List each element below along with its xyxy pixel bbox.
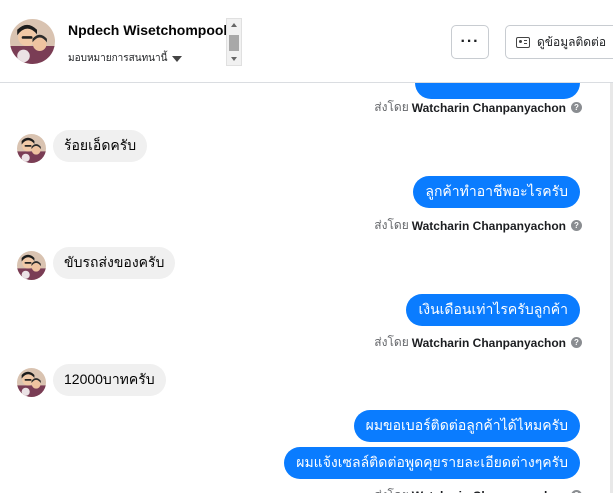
scroll-up-arrow-icon[interactable] <box>231 23 237 27</box>
contact-avatar <box>17 134 46 163</box>
sent-by-prefix: ส่งโดย <box>374 218 409 232</box>
message-text: 12000บาทครับ <box>64 371 155 387</box>
view-contact-button[interactable]: ดูข้อมูลติดต่อ <box>505 25 613 59</box>
contact-card-icon <box>516 36 530 48</box>
outgoing-message[interactable] <box>415 83 580 99</box>
message-text: ผมแจ้งเซลล์ติดต่อพูดคุยรายละเอียดต่างๆคร… <box>296 454 568 470</box>
caret-down-icon <box>172 55 183 62</box>
sent-by-agent: Watcharin Chanpanyachon <box>411 100 566 115</box>
outgoing-message[interactable]: ลูกค้าทำอาชีพอะไรครับ <box>413 176 580 208</box>
message-text: ร้อยเอ็ดครับ <box>64 137 137 153</box>
assign-conversation-label: มอบหมายการสนทนานี้ <box>68 53 168 64</box>
sent-by-prefix: ส่งโดย <box>374 100 409 114</box>
help-icon[interactable]: ? <box>571 220 582 231</box>
sent-by-line: ส่งโดย Watcharin Chanpanyachon ? <box>374 98 582 117</box>
incoming-message[interactable]: 12000บาทครับ <box>53 364 166 396</box>
sent-by-agent: Watcharin Chanpanyachon <box>411 218 566 233</box>
sent-by-line: ส่งโดย Watcharin Chanpanyachon ? <box>374 486 582 493</box>
conversation-header: Npdech Wisetchompooh มอบหมายการสนทนานี้ … <box>0 0 613 83</box>
message-text: ขับรถส่งของครับ <box>64 254 165 270</box>
sent-by-agent: Watcharin Chanpanyachon <box>411 335 566 350</box>
scroll-down-arrow-icon[interactable] <box>231 57 237 61</box>
contact-avatar[interactable] <box>10 19 55 64</box>
message-text: ผมขอเบอร์ติดต่อลูกค้าได้ไหมครับ <box>365 417 568 433</box>
outgoing-message[interactable]: ผมขอเบอร์ติดต่อลูกค้าได้ไหมครับ <box>353 410 580 442</box>
outgoing-message[interactable]: เงินเดือนเท่าไรครับลูกค้า <box>406 294 580 326</box>
contact-name[interactable]: Npdech Wisetchompooh <box>68 22 232 38</box>
sent-by-agent: Watcharin Chanpanyachon <box>412 489 566 493</box>
message-text: เงินเดือนเท่าไรครับลูกค้า <box>418 301 568 317</box>
contact-avatar <box>17 251 46 280</box>
view-contact-label: ดูข้อมูลติดต่อ <box>537 34 607 49</box>
scroll-thumb[interactable] <box>229 35 239 51</box>
more-options-button[interactable]: ··· <box>451 25 489 59</box>
sent-by-line: ส่งโดย Watcharin Chanpanyachon ? <box>374 216 582 235</box>
message-thread[interactable]: ส่งโดย Watcharin Chanpanyachon ? ร้อยเอ็… <box>0 83 610 493</box>
sent-by-line: ส่งโดย Watcharin Chanpanyachon ? <box>374 333 582 352</box>
more-dots-icon: ··· <box>460 33 480 50</box>
assign-conversation-dropdown[interactable]: มอบหมายการสนทนานี้ <box>68 51 183 66</box>
sent-by-prefix: ส่งโดย <box>374 486 408 493</box>
incoming-message[interactable]: ร้อยเอ็ดครับ <box>53 130 148 162</box>
help-icon[interactable]: ? <box>571 337 582 348</box>
help-icon[interactable]: ? <box>571 102 582 113</box>
outgoing-message[interactable]: ผมแจ้งเซลล์ติดต่อพูดคุยรายละเอียดต่างๆคร… <box>284 447 580 479</box>
sent-by-prefix: ส่งโดย <box>374 335 409 349</box>
name-scrollbar[interactable] <box>226 18 242 66</box>
contact-avatar <box>17 368 46 397</box>
incoming-message[interactable]: ขับรถส่งของครับ <box>53 247 176 279</box>
message-text: ลูกค้าทำอาชีพอะไรครับ <box>425 183 568 199</box>
